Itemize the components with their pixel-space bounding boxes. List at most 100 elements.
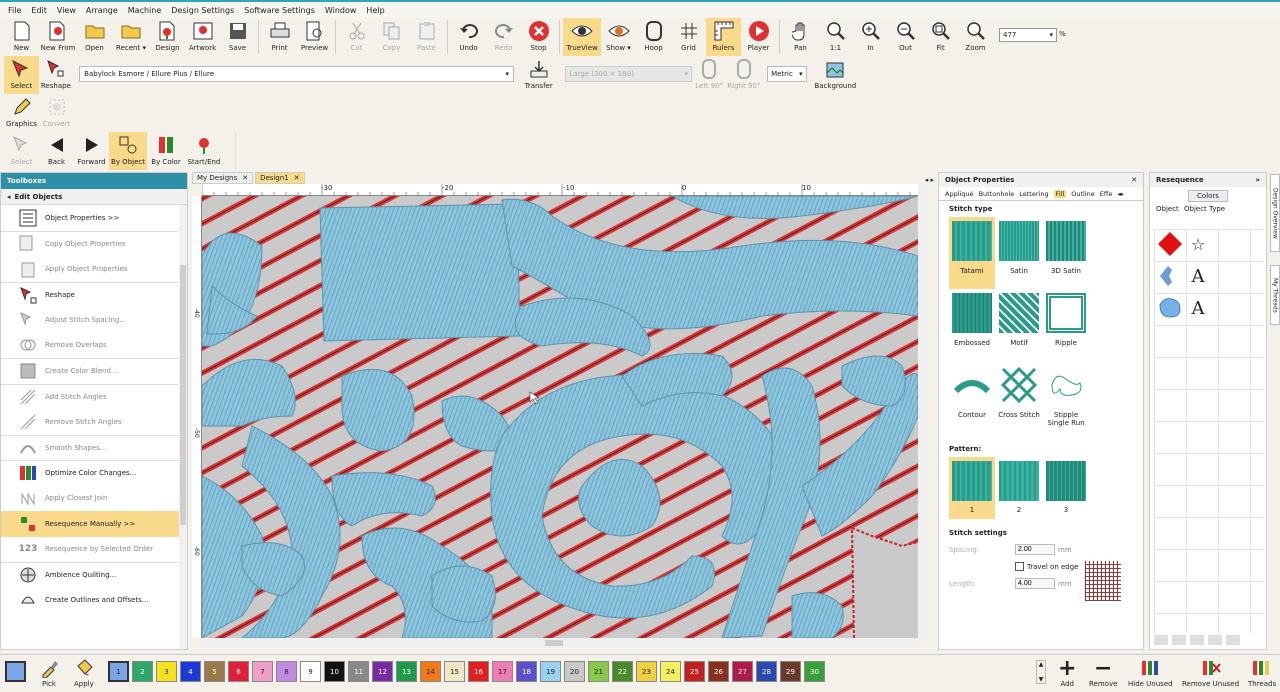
rulers-button[interactable]: Rulers xyxy=(706,18,741,56)
select-tool-button[interactable]: Select xyxy=(4,56,39,94)
spacing-input[interactable] xyxy=(1015,544,1055,555)
zoom-button[interactable]: Zoom xyxy=(958,18,993,56)
palette-color-13[interactable]: 13 xyxy=(396,661,417,682)
copy-object-properties-item[interactable]: Copy Object Properties xyxy=(1,230,187,257)
palette-color-6[interactable]: 6 xyxy=(228,661,249,682)
stitch-stipple[interactable]: Stipple Single Run xyxy=(1043,361,1089,433)
tab-fill[interactable]: Fill xyxy=(1053,189,1067,198)
tab-scroll-arrows[interactable]: ◂▸ xyxy=(1117,190,1124,198)
cut-button[interactable]: Cut xyxy=(339,18,374,56)
palette-color-23[interactable]: 23 xyxy=(636,661,657,682)
tab-scroll-arrows[interactable]: ◂ ▸ xyxy=(925,176,934,184)
machine-select[interactable]: Babylock Esmore / Ellure Plus / Ellure ▾ xyxy=(79,66,514,82)
palette-color-10[interactable]: 10 xyxy=(324,661,345,682)
apply-object-properties-item[interactable]: Apply Object Properties xyxy=(1,256,187,282)
resequence-manually-item[interactable]: Resequence Manually >> xyxy=(1,511,187,537)
paste-button[interactable]: Paste xyxy=(409,18,444,56)
resequence-row[interactable]: ☆ xyxy=(1154,229,1264,259)
design-button[interactable]: Design xyxy=(150,18,185,56)
player-button[interactable]: Player xyxy=(741,18,776,56)
stop-button[interactable]: Stop xyxy=(521,18,556,56)
travel-checkbox[interactable] xyxy=(1015,562,1024,571)
menu-machine[interactable]: Machine xyxy=(128,6,162,15)
menu-window[interactable]: Window xyxy=(325,6,357,15)
tab-my-designs[interactable]: My Designs ✕ xyxy=(192,172,254,184)
background-button[interactable]: Background xyxy=(811,56,860,94)
palette-color-25[interactable]: 25 xyxy=(684,661,705,682)
remove-color-button[interactable]: − Remove xyxy=(1089,656,1117,689)
rotate-left-button[interactable]: Left 90° xyxy=(692,56,727,94)
pattern-3[interactable]: 3 xyxy=(1043,457,1089,519)
by-color-button[interactable]: By Color xyxy=(147,132,185,170)
close-icon[interactable]: ✕ xyxy=(242,174,248,182)
apply-closest-join-item[interactable]: Apply Closest Join xyxy=(1,486,187,512)
palette-color-24[interactable]: 24 xyxy=(660,661,681,682)
hide-unused-button[interactable]: Hide Unused xyxy=(1128,656,1173,688)
palette-color-2[interactable]: 2 xyxy=(132,661,153,682)
tab-my-threads[interactable]: My Threads xyxy=(1270,265,1280,325)
menu-arrange[interactable]: Arrange xyxy=(86,6,118,15)
palette-color-11[interactable]: 11 xyxy=(348,661,369,682)
palette-color-4[interactable]: 4 xyxy=(180,661,201,682)
move-first-icon[interactable] xyxy=(1154,635,1168,645)
stitch-contour[interactable]: Contour xyxy=(949,361,995,433)
resequence-by-order-item[interactable]: 123 Resequence by Selected Order xyxy=(1,537,187,563)
zoom-out-button[interactable]: Out xyxy=(888,18,923,56)
palette-color-19[interactable]: 19 xyxy=(540,661,561,682)
redo-button[interactable]: Redo xyxy=(486,18,521,56)
palette-color-29[interactable]: 29 xyxy=(780,661,801,682)
menu-file[interactable]: File xyxy=(8,6,21,15)
colors-button[interactable]: Colors xyxy=(1188,190,1228,202)
expand-arrow-icon[interactable]: » xyxy=(1255,176,1260,184)
hoop-button[interactable]: Hoop xyxy=(636,18,671,56)
remove-unused-button[interactable]: Remove Unused xyxy=(1182,656,1239,688)
palette-color-9[interactable]: 9 xyxy=(300,661,321,682)
palette-color-18[interactable]: 18 xyxy=(516,661,537,682)
hoop-size-select[interactable]: Large (300 × 180) ▾ xyxy=(565,66,692,82)
by-object-button[interactable]: By Object xyxy=(109,132,147,170)
threads-button[interactable]: Threads xyxy=(1248,656,1276,688)
print-button[interactable]: Print xyxy=(262,18,297,56)
zoom-fit-button[interactable]: Fit xyxy=(923,18,958,56)
remove-stitch-angles-item[interactable]: Remove Stitch Angles xyxy=(1,409,187,435)
palette-color-1[interactable]: 1 xyxy=(108,661,129,682)
reshape-item[interactable]: Reshape xyxy=(1,281,187,308)
delete-icon[interactable] xyxy=(1226,635,1240,645)
units-select[interactable]: Metric ▾ xyxy=(767,66,807,82)
menu-design-settings[interactable]: Design Settings xyxy=(171,6,234,15)
scroll-thumb[interactable] xyxy=(180,265,186,525)
palette-color-22[interactable]: 22 xyxy=(612,661,633,682)
canvas-horizontal-scrollbar[interactable] xyxy=(202,638,918,648)
toolbox-scrollbar[interactable] xyxy=(179,205,187,649)
menu-help[interactable]: Help xyxy=(366,6,384,15)
stitch-embossed[interactable]: Embossed xyxy=(949,289,995,361)
save-button[interactable]: Save xyxy=(220,18,255,56)
palette-color-30[interactable]: 30 xyxy=(804,661,825,682)
artwork-button[interactable]: Artwork xyxy=(185,18,220,56)
undo-button[interactable]: Undo xyxy=(451,18,486,56)
optimize-color-changes-item[interactable]: Optimize Color Changes... xyxy=(1,460,187,486)
new-from-button[interactable]: New From xyxy=(39,18,77,56)
pattern-2[interactable]: 2 xyxy=(996,457,1042,519)
zoom-in-button[interactable]: In xyxy=(853,18,888,56)
tab-design1[interactable]: Design1 ✕ xyxy=(255,172,305,184)
tab-effects[interactable]: Effe xyxy=(1100,190,1113,198)
resequence-row[interactable]: A xyxy=(1154,293,1264,323)
stitch-cross[interactable]: Cross Stitch xyxy=(996,361,1042,433)
grid-button[interactable]: Grid xyxy=(671,18,706,56)
stitch-tatami[interactable]: Tatami xyxy=(949,217,995,289)
palette-scroll[interactable]: ▲ ▼ xyxy=(1036,660,1046,684)
start-end-button[interactable]: Start/End xyxy=(185,132,223,170)
trueview-button[interactable]: TrueView xyxy=(563,18,601,56)
palette-color-3[interactable]: 3 xyxy=(156,661,177,682)
palette-color-14[interactable]: 14 xyxy=(420,661,441,682)
tab-applique[interactable]: Appliqué xyxy=(945,190,974,198)
move-last-icon[interactable] xyxy=(1208,635,1222,645)
palette-color-15[interactable]: 15 xyxy=(444,661,465,682)
add-color-button[interactable]: + Add xyxy=(1058,656,1076,689)
palette-color-20[interactable]: 20 xyxy=(564,661,585,682)
current-color-swatch[interactable] xyxy=(5,661,26,682)
menu-edit[interactable]: Edit xyxy=(31,6,47,15)
recent-button[interactable]: Recent ▾ xyxy=(112,18,150,56)
object-properties-item[interactable]: Object Properties >> xyxy=(1,205,187,231)
